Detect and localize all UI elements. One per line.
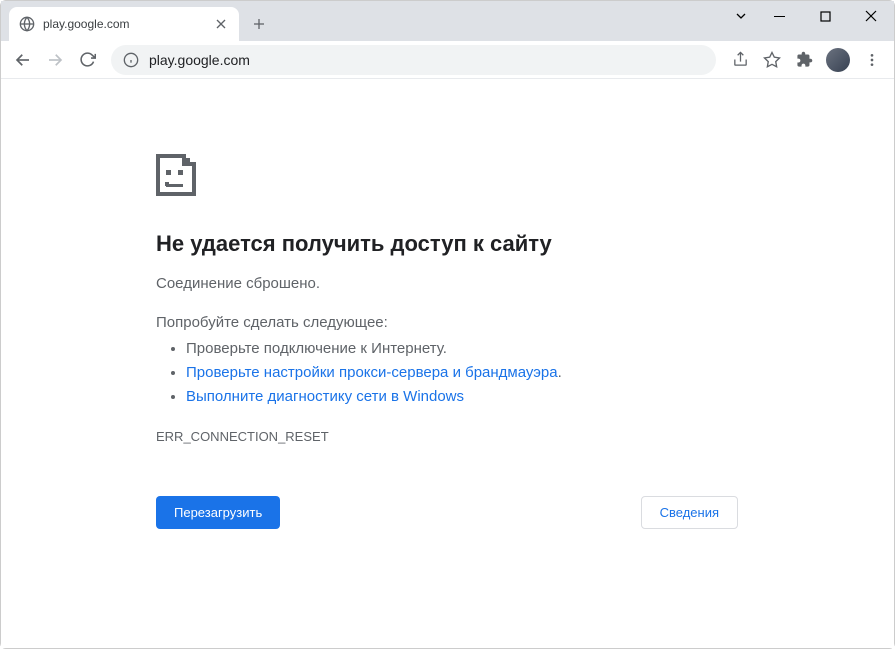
- suggestion-suffix: .: [558, 364, 562, 381]
- back-button[interactable]: [9, 46, 37, 74]
- toolbar: play.google.com: [1, 41, 894, 79]
- list-item: Выполните диагностику сети в Windows: [186, 385, 894, 409]
- list-item: Проверьте настройки прокси-сервера и бра…: [186, 361, 894, 385]
- details-button[interactable]: Сведения: [641, 496, 738, 529]
- error-subtitle: Соединение сброшено.: [156, 275, 894, 292]
- error-suggestions: Проверьте подключение к Интернету. Прове…: [156, 337, 894, 409]
- maximize-button[interactable]: [802, 1, 848, 31]
- sad-page-icon: [156, 154, 894, 201]
- menu-icon[interactable]: [858, 46, 886, 74]
- forward-button[interactable]: [41, 46, 69, 74]
- error-heading: Не удается получить доступ к сайту: [156, 231, 894, 257]
- close-window-button[interactable]: [848, 1, 894, 31]
- error-code: ERR_CONNECTION_RESET: [156, 429, 894, 444]
- reload-button[interactable]: Перезагрузить: [156, 496, 280, 529]
- close-tab-icon[interactable]: [213, 16, 229, 32]
- address-bar[interactable]: play.google.com: [111, 45, 716, 75]
- share-icon[interactable]: [726, 46, 754, 74]
- list-item: Проверьте подключение к Интернету.: [186, 337, 894, 361]
- new-tab-button[interactable]: [245, 10, 273, 38]
- reload-button[interactable]: [73, 46, 101, 74]
- network-diagnostics-link[interactable]: Выполните диагностику сети в Windows: [186, 388, 464, 405]
- suggestion-text: Проверьте подключение к Интернету.: [186, 340, 447, 357]
- globe-icon: [19, 16, 35, 32]
- titlebar: play.google.com: [1, 1, 894, 41]
- proxy-settings-link[interactable]: Проверьте настройки прокси-сервера и бра…: [186, 364, 558, 381]
- page-content: Не удается получить доступ к сайту Соеди…: [1, 79, 894, 648]
- profile-avatar[interactable]: [826, 48, 850, 72]
- browser-tab[interactable]: play.google.com: [9, 7, 239, 41]
- address-bar-text: play.google.com: [149, 52, 704, 68]
- error-try-label: Попробуйте сделать следующее:: [156, 314, 894, 331]
- tab-search-icon[interactable]: [726, 1, 756, 31]
- info-icon[interactable]: [123, 52, 139, 68]
- extensions-icon[interactable]: [790, 46, 818, 74]
- minimize-button[interactable]: [756, 1, 802, 31]
- bookmark-star-icon[interactable]: [758, 46, 786, 74]
- tab-title: play.google.com: [43, 17, 213, 31]
- window-controls: [726, 1, 894, 31]
- button-row: Перезагрузить Сведения: [156, 496, 738, 529]
